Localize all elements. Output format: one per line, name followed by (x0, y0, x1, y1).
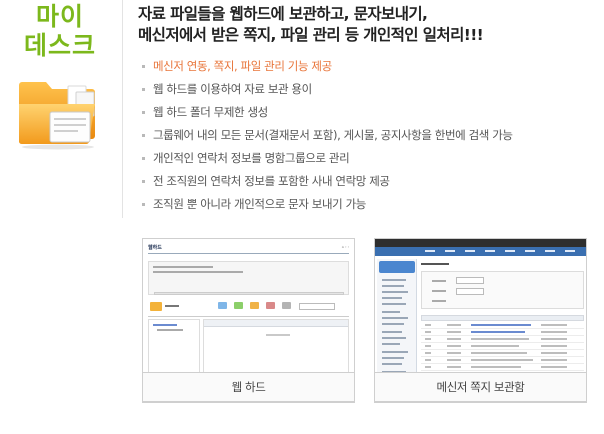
mini-header: 웹하드 ⌂ › › (148, 244, 349, 254)
mini-navbar (375, 247, 586, 256)
feature-item: 그룹웨어 내의 모든 문서(결재문서 포함), 게시물, 공지사항을 한번에 검… (141, 128, 601, 151)
webhard-caption: 웹 하드 (142, 372, 355, 402)
feature-item: 웹 하드 폴더 무제한 생성 (141, 105, 601, 128)
mini-toolbar (148, 299, 349, 317)
delete-icon (266, 302, 275, 309)
folder-icon (19, 82, 95, 150)
mini-folder-icon (150, 302, 162, 311)
brand-title: 마이 데스크 (14, 2, 106, 60)
feature-list: 메신저 연동, 쪽지, 파일 관리 기능 제공 웹 하드를 이용하여 자료 보관… (141, 59, 601, 220)
brand-title-line1: 마이 (35, 2, 84, 31)
mini-info-panel (148, 261, 349, 295)
mini-topbar (375, 239, 586, 247)
feature-item: 메신저 연동, 쪽지, 파일 관리 기능 제공 (141, 59, 601, 82)
headline-line1: 자료 파일들을 웹하드에 보관하고, 문자보내기, (138, 5, 428, 23)
vertical-divider (122, 0, 123, 218)
feature-item: 조직원 뿐 아니라 개인적으로 문자 보내기 가능 (141, 197, 601, 220)
misc-icon (282, 302, 291, 309)
feature-item: 전 조직원의 연락처 정보를 포함한 사내 연락망 제공 (141, 174, 601, 197)
mini-title: 웹하드 (148, 245, 162, 251)
feature-item: 개인적인 연락처 정보를 명함그룹으로 관리 (141, 151, 601, 174)
download-icon (234, 302, 243, 309)
messenger-caption: 메신저 쪽지 보관함 (374, 372, 587, 402)
mini-table-header (204, 320, 348, 327)
headline-line2: 메신저에서 받은 쪽지, 파일 관리 등 개인적인 일처리!!! (138, 26, 484, 44)
mini-sidebar-header (379, 261, 415, 273)
upload-icon (218, 302, 227, 309)
move-icon (250, 302, 259, 309)
mini-search-input (299, 303, 335, 310)
mini-search-form (421, 271, 584, 309)
brand-column: 마이 데스크 (0, 0, 120, 434)
mini-usage-bar (154, 292, 344, 295)
feature-item: 웹 하드를 이용하여 자료 보관 용이 (141, 82, 601, 105)
mini-table-header (421, 315, 584, 321)
brand-title-line2: 데스크 (23, 31, 96, 60)
headline: 자료 파일들을 웹하드에 보관하고, 문자보내기, 메신저에서 받은 쪽지, 파… (138, 4, 598, 46)
mini-breadcrumb-icon: ⌂ › › (341, 245, 349, 249)
